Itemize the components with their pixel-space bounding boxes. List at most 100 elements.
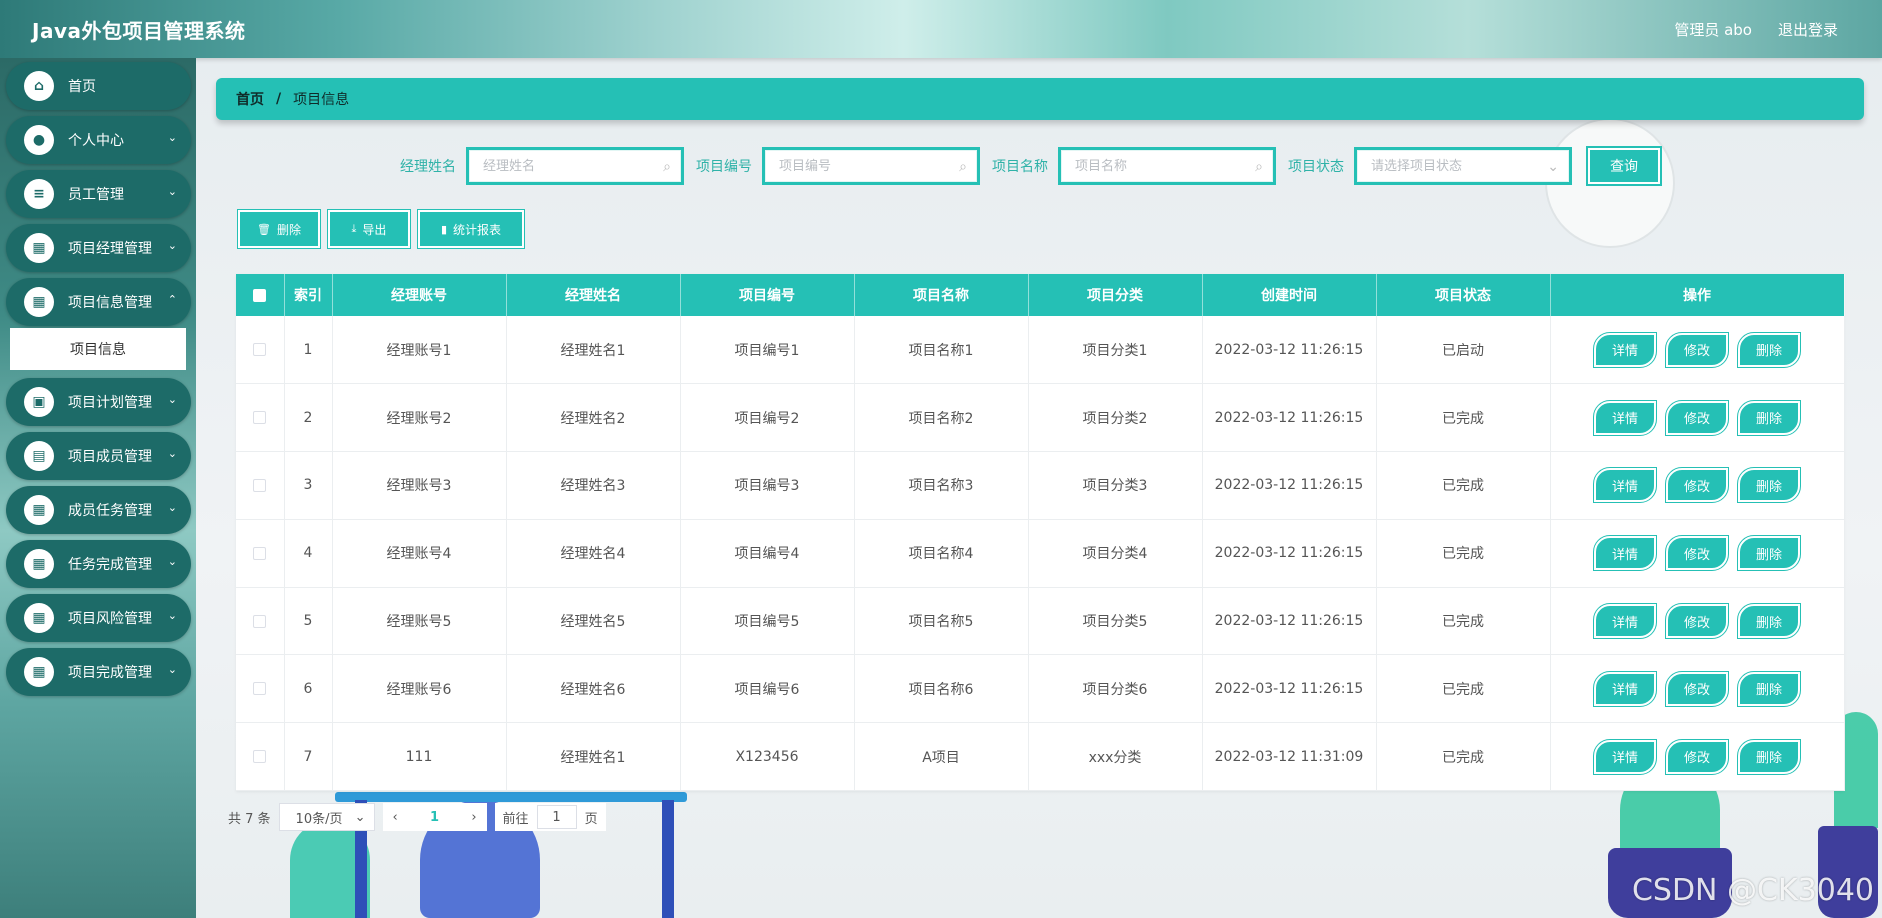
edit-button[interactable]: 修改 — [1665, 399, 1729, 436]
edit-button[interactable]: 修改 — [1665, 738, 1729, 775]
column-header: 操作 — [1550, 274, 1845, 316]
search-icon: ⌕ — [663, 159, 671, 175]
row-checkbox[interactable] — [253, 546, 267, 560]
cell-account: 经理账号2 — [332, 383, 507, 453]
cell-created: 2022-03-12 11:26:15 — [1202, 316, 1377, 385]
cell-created: 2022-03-12 11:26:15 — [1202, 451, 1377, 520]
watermark: CSDN @CK3040 — [1631, 873, 1874, 908]
next-page-icon[interactable]: › — [471, 810, 476, 825]
table-row: 3 经理账号3 经理姓名3 项目编号3 项目名称3 项目分类3 2022-03-12 11:… — [236, 451, 1845, 520]
chevron-down-icon: ⌄ — [167, 185, 177, 198]
sidebar-item[interactable]: ▣ 项目计划管理 ⌄ — [6, 378, 191, 426]
prev-page-icon[interactable]: ‹ — [393, 810, 398, 825]
column-header: 项目编号 — [680, 274, 855, 316]
row-checkbox[interactable] — [253, 682, 267, 696]
detail-button[interactable]: 详情 — [1593, 738, 1657, 775]
detail-button[interactable]: 详情 — [1593, 467, 1657, 504]
sidebar-item[interactable]: ▦ 项目风险管理 ⌄ — [6, 594, 191, 642]
chevron-down-icon: ⌄ — [167, 131, 177, 144]
row-checkbox[interactable] — [253, 750, 267, 764]
logout-link[interactable]: 退出登录 — [1778, 19, 1838, 40]
project-code-input[interactable] — [765, 150, 977, 182]
detail-button[interactable]: 详情 — [1593, 331, 1657, 368]
export-button[interactable]: ⤓ 导出 — [327, 209, 411, 249]
delete-button[interactable]: 删除 — [1737, 738, 1801, 775]
cell-name: 经理姓名6 — [506, 654, 681, 724]
project-status-select[interactable]: ⌄ — [1354, 147, 1572, 185]
sidebar-item[interactable]: ▦ 成员任务管理 ⌄ — [6, 486, 191, 534]
cell-code: 项目编号3 — [680, 451, 855, 520]
chevron-down-icon: ⌄ — [167, 609, 177, 622]
table-row: 4 经理账号4 经理姓名4 项目编号4 项目名称4 项目分类4 2022-03-12 11:… — [236, 519, 1845, 588]
delete-button[interactable]: 删除 — [1737, 467, 1801, 504]
delete-button[interactable]: 删除 — [1737, 603, 1801, 640]
edit-button[interactable]: 修改 — [1665, 331, 1729, 368]
select-all-cell — [236, 274, 285, 316]
project-code-field: ⌕ — [762, 147, 980, 185]
edit-button[interactable]: 修改 — [1665, 603, 1729, 640]
row-checkbox[interactable] — [253, 614, 267, 628]
manager-name-label: 经理姓名 — [400, 159, 456, 175]
sidebar-item[interactable]: ▦ 项目完成管理 ⌄ — [6, 648, 191, 696]
chevron-down-icon: ⌄ — [1547, 159, 1559, 175]
cell-category: 项目分类1 — [1028, 316, 1203, 385]
goto-page-input[interactable]: 1 — [536, 805, 577, 829]
column-header: 经理账号 — [332, 274, 507, 316]
pagination-total: 共 7 条 — [228, 811, 271, 827]
cell-name: 经理姓名4 — [506, 519, 681, 588]
bar-chart-icon: ▮ — [440, 222, 448, 236]
row-checkbox[interactable] — [253, 343, 267, 357]
sidebar-item[interactable]: ● 个人中心 ⌄ — [6, 116, 191, 164]
sidebar-item[interactable]: ▦ 项目经理管理 ⌄ — [6, 224, 191, 272]
current-user[interactable]: 管理员 abo — [1674, 19, 1752, 40]
row-checkbox[interactable] — [253, 478, 267, 492]
row-checkbox[interactable] — [253, 411, 267, 425]
filter-bar: 经理姓名 ⌕ 项目编号 ⌕ 项目名称 ⌕ 项目状态 ⌄ 查询 — [400, 146, 1662, 186]
sidebar-item-label: 首页 — [68, 79, 96, 95]
project-status-input[interactable] — [1357, 150, 1569, 182]
sidebar-item[interactable]: ▤ 项目成员管理 ⌄ — [6, 432, 191, 480]
sidebar-item[interactable]: ⌂ 首页 — [6, 62, 191, 110]
cell-index: 7 — [284, 722, 333, 792]
delete-button[interactable]: 删除 — [1737, 670, 1801, 707]
select-all-checkbox[interactable] — [253, 288, 267, 302]
manager-name-input[interactable] — [469, 150, 681, 182]
sidebar-item[interactable]: ▦ 项目信息管理 ⌃ — [6, 278, 191, 326]
sidebar-item[interactable]: ≡ 员工管理 ⌄ — [6, 170, 191, 218]
cell-code: 项目编号5 — [680, 587, 855, 656]
row-select-cell — [236, 451, 285, 520]
cell-code: 项目编号1 — [680, 316, 855, 385]
edit-button[interactable]: 修改 — [1665, 670, 1729, 707]
sidebar-item-label: 项目风险管理 — [68, 611, 152, 627]
grid-icon: ▦ — [24, 549, 54, 579]
page-size-select[interactable]: 10条/页 ⌄ — [278, 803, 375, 831]
project-name-input[interactable] — [1061, 150, 1273, 182]
report-button[interactable]: ▮ 统计报表 — [417, 209, 525, 249]
detail-button[interactable]: 详情 — [1593, 603, 1657, 640]
sidebar-item-label: 项目信息管理 — [68, 295, 152, 311]
cell-created: 2022-03-12 11:26:15 — [1202, 383, 1377, 453]
sidebar-item-label: 任务完成管理 — [68, 557, 152, 573]
breadcrumb-home[interactable]: 首页 — [236, 89, 264, 109]
column-header: 项目名称 — [854, 274, 1029, 316]
cell-actions: 详情 修改 删除 — [1550, 383, 1845, 453]
delete-button[interactable]: 删除 — [1737, 399, 1801, 436]
sidebar-subitem-project-info[interactable]: 项目信息 — [10, 328, 186, 370]
row-select-cell — [236, 722, 285, 792]
detail-button[interactable]: 详情 — [1593, 399, 1657, 436]
cell-project: 项目名称4 — [854, 519, 1029, 588]
delete-button[interactable]: 删除 — [1737, 535, 1801, 572]
cell-status: 已完成 — [1376, 587, 1551, 656]
edit-button[interactable]: 修改 — [1665, 467, 1729, 504]
detail-button[interactable]: 详情 — [1593, 670, 1657, 707]
current-page[interactable]: 1 — [430, 810, 439, 825]
batch-delete-button[interactable]: 🗑 删除 — [237, 209, 321, 249]
search-icon: ⌕ — [959, 159, 967, 175]
breadcrumb-current: 项目信息 — [293, 92, 350, 108]
delete-button[interactable]: 删除 — [1737, 331, 1801, 368]
sidebar-item[interactable]: ▦ 任务完成管理 ⌄ — [6, 540, 191, 588]
search-button[interactable]: 查询 — [1586, 146, 1662, 186]
detail-button[interactable]: 详情 — [1593, 535, 1657, 572]
chevron-down-icon: ⌄ — [167, 393, 177, 406]
edit-button[interactable]: 修改 — [1665, 535, 1729, 572]
